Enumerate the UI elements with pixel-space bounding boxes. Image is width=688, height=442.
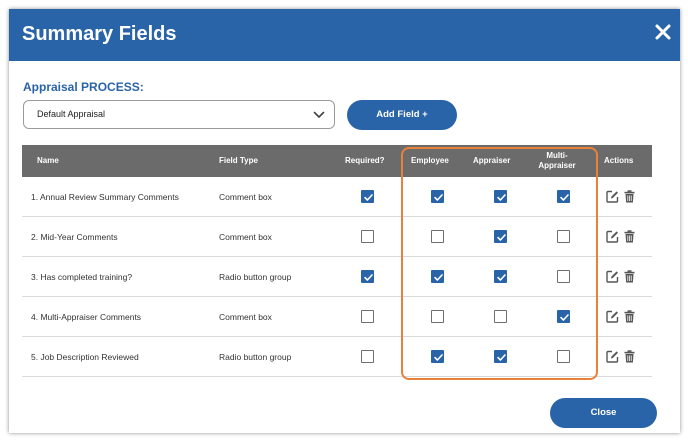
multi-checkbox[interactable] [557, 310, 570, 323]
field-type: Comment box [219, 192, 272, 202]
header-field-type: Field Type [219, 156, 258, 165]
table-header: Name Field Type Required? Employee Appra… [22, 145, 652, 177]
field-type: Comment box [219, 312, 272, 322]
header-name: Name [37, 156, 59, 165]
appraiser-checkbox[interactable] [494, 350, 507, 363]
edit-icon[interactable] [606, 310, 619, 323]
header-required: Required? [345, 156, 385, 165]
field-name: 3. Has completed training? [31, 272, 133, 282]
required-checkbox[interactable] [361, 310, 374, 323]
close-button[interactable]: Close [550, 398, 657, 428]
trash-icon[interactable] [624, 310, 635, 323]
field-name: 5. Job Description Reviewed [31, 352, 139, 362]
appraiser-checkbox[interactable] [494, 270, 507, 283]
field-name: 4. Multi-Appraiser Comments [31, 312, 142, 322]
table-row: 5. Job Description Reviewed Radio button … [22, 337, 652, 377]
header-multi-line2: Appraiser [538, 161, 576, 170]
appraiser-checkbox[interactable] [494, 230, 507, 243]
required-checkbox[interactable] [361, 190, 374, 203]
edit-icon[interactable] [606, 230, 619, 243]
field-name: 2. Mid-Year Comments [31, 232, 118, 242]
appraiser-checkbox[interactable] [494, 190, 507, 203]
field-name: 1. Annual Review Summary Comments [31, 192, 179, 202]
multi-checkbox[interactable] [557, 190, 570, 203]
field-type: Radio button group [219, 272, 292, 282]
required-checkbox[interactable] [361, 230, 374, 243]
table-row: 4. Multi-Appraiser Comments Comment box [22, 297, 652, 337]
add-field-button[interactable]: Add Field + [347, 100, 457, 130]
appraisal-process-label: Appraisal PROCESS: [23, 80, 144, 94]
employee-checkbox[interactable] [431, 350, 444, 363]
field-type: Radio button group [219, 352, 292, 362]
appraiser-checkbox[interactable] [494, 310, 507, 323]
required-checkbox[interactable] [361, 270, 374, 283]
edit-icon[interactable] [606, 270, 619, 283]
employee-checkbox[interactable] [431, 230, 444, 243]
table-row: 1. Annual Review Summary Comments Comment… [22, 177, 652, 217]
multi-checkbox[interactable] [557, 270, 570, 283]
header-employee: Employee [411, 156, 449, 165]
trash-icon[interactable] [624, 230, 635, 243]
header-actions: Actions [604, 156, 634, 165]
table-row: 2. Mid-Year Comments Comment box [22, 217, 652, 257]
edit-icon[interactable] [606, 350, 619, 363]
dialog-title: Summary Fields [22, 23, 177, 45]
employee-checkbox[interactable] [431, 270, 444, 283]
employee-checkbox[interactable] [431, 190, 444, 203]
chevron-down-icon [313, 111, 325, 118]
multi-checkbox[interactable] [557, 350, 570, 363]
dialog-header: Summary Fields [9, 9, 680, 61]
close-icon[interactable] [654, 23, 672, 41]
field-type: Comment box [219, 232, 272, 242]
trash-icon[interactable] [624, 190, 635, 203]
appraisal-process-select[interactable]: Default Appraisal [23, 100, 335, 129]
appraisal-process-value: Default Appraisal [37, 109, 106, 119]
summary-fields-dialog: Summary Fields Appraisal PROCESS: Defaul… [9, 9, 680, 433]
header-appraiser: Appraiser [473, 156, 511, 165]
employee-checkbox[interactable] [431, 310, 444, 323]
header-multi-line1: Multi- [546, 151, 568, 160]
header-multi-appraiser: Multi- Appraiser [532, 151, 582, 171]
required-checkbox[interactable] [361, 350, 374, 363]
edit-icon[interactable] [606, 190, 619, 203]
trash-icon[interactable] [624, 350, 635, 363]
multi-checkbox[interactable] [557, 230, 570, 243]
table-row: 3. Has completed training? Radio button g… [22, 257, 652, 297]
trash-icon[interactable] [624, 270, 635, 283]
